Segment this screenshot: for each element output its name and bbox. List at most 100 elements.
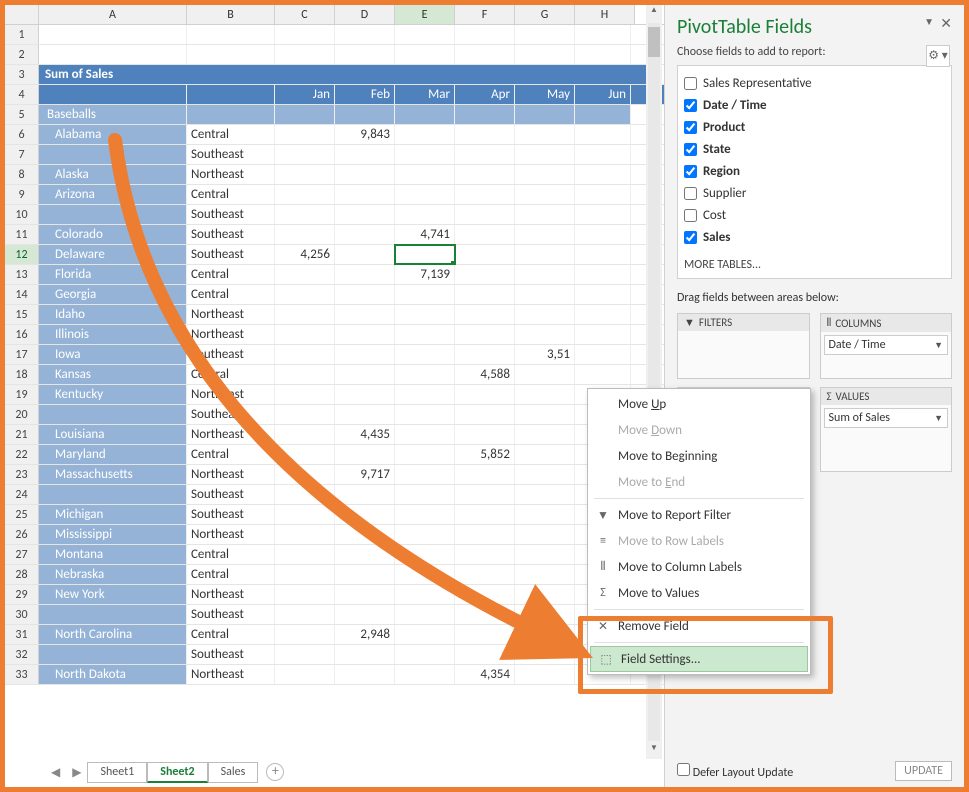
state-cell[interactable]: Maryland: [39, 445, 187, 464]
field-checkbox-row[interactable]: Supplier: [684, 182, 945, 204]
data-cell[interactable]: [335, 485, 395, 504]
field-checkbox[interactable]: [684, 187, 697, 200]
data-cell[interactable]: 4,588: [455, 365, 515, 384]
data-cell[interactable]: [335, 245, 395, 264]
row-header[interactable]: 6: [5, 125, 39, 144]
col-header-F[interactable]: F: [455, 5, 515, 24]
table-row[interactable]: 5Baseballs: [5, 105, 665, 125]
field-checkbox-row[interactable]: State: [684, 138, 945, 160]
data-cell[interactable]: [455, 425, 515, 444]
field-checkbox-row[interactable]: Region: [684, 160, 945, 182]
table-row[interactable]: 14GeorgiaCentral: [5, 285, 665, 305]
data-cell[interactable]: [335, 145, 395, 164]
data-cell[interactable]: [455, 285, 515, 304]
state-cell[interactable]: Kentucky: [39, 385, 187, 404]
data-cell[interactable]: [395, 345, 455, 364]
data-cell[interactable]: [455, 525, 515, 544]
menu-item[interactable]: Move Up: [588, 391, 810, 417]
data-cell[interactable]: [395, 665, 455, 684]
table-row[interactable]: 7Southeast: [5, 145, 665, 165]
table-row[interactable]: 1: [5, 25, 665, 45]
data-cell[interactable]: 7,139: [395, 265, 455, 284]
data-cell[interactable]: [515, 385, 575, 404]
month-header[interactable]: Jan: [275, 85, 335, 104]
row-header[interactable]: 11: [5, 225, 39, 244]
data-cell[interactable]: [335, 225, 395, 244]
state-cell[interactable]: [39, 485, 187, 504]
state-cell[interactable]: Colorado: [39, 225, 187, 244]
data-cell[interactable]: [395, 305, 455, 324]
region-cell[interactable]: Central: [187, 625, 275, 644]
col-header-C[interactable]: C: [275, 5, 335, 24]
state-cell[interactable]: Alabama: [39, 125, 187, 144]
row-header[interactable]: 33: [5, 665, 39, 684]
row-header[interactable]: 16: [5, 325, 39, 344]
region-cell[interactable]: Northeast: [187, 165, 275, 184]
data-cell[interactable]: [455, 405, 515, 424]
table-row[interactable]: 6AlabamaCentral9,843: [5, 125, 665, 145]
state-cell[interactable]: Iowa: [39, 345, 187, 364]
data-cell[interactable]: [395, 525, 455, 544]
row-header[interactable]: 18: [5, 365, 39, 384]
data-cell[interactable]: [275, 145, 335, 164]
data-cell[interactable]: [395, 605, 455, 624]
region-cell[interactable]: Central: [187, 285, 275, 304]
row-header[interactable]: 23: [5, 465, 39, 484]
data-cell[interactable]: [515, 405, 575, 424]
context-menu[interactable]: Move UpMove DownMove to BeginningMove to…: [587, 388, 811, 675]
state-cell[interactable]: [39, 405, 187, 424]
data-cell[interactable]: [575, 205, 631, 224]
data-cell[interactable]: [455, 145, 515, 164]
data-cell[interactable]: 4,354: [455, 665, 515, 684]
table-row[interactable]: 12DelawareSoutheast4,256: [5, 245, 665, 265]
data-cell[interactable]: [275, 325, 335, 344]
data-cell[interactable]: 5,852: [455, 445, 515, 464]
field-checkbox[interactable]: [684, 77, 697, 90]
state-cell[interactable]: [39, 605, 187, 624]
table-row[interactable]: 15IdahoNortheast: [5, 305, 665, 325]
data-cell[interactable]: [515, 525, 575, 544]
state-cell[interactable]: North Carolina: [39, 625, 187, 644]
sheet-tab[interactable]: Sheet2: [147, 762, 207, 783]
data-cell[interactable]: [395, 165, 455, 184]
data-cell[interactable]: [395, 465, 455, 484]
state-cell[interactable]: Michigan: [39, 505, 187, 524]
table-row[interactable]: 3Sum of Sales: [5, 65, 665, 85]
data-cell[interactable]: [335, 565, 395, 584]
select-all-corner[interactable]: [5, 5, 39, 24]
data-cell[interactable]: [515, 245, 575, 264]
row-header[interactable]: 22: [5, 445, 39, 464]
table-row[interactable]: 10Southeast: [5, 205, 665, 225]
data-cell[interactable]: [395, 585, 455, 604]
data-cell[interactable]: [335, 345, 395, 364]
data-cell[interactable]: [395, 625, 455, 644]
table-row[interactable]: 32Southeast: [5, 645, 665, 665]
menu-item[interactable]: ▼Move to Report Filter: [588, 502, 810, 528]
data-cell[interactable]: 9,843: [335, 125, 395, 144]
data-cell[interactable]: [335, 325, 395, 344]
data-cell[interactable]: [515, 365, 575, 384]
region-cell[interactable]: Northeast: [187, 525, 275, 544]
data-cell[interactable]: [275, 485, 335, 504]
data-cell[interactable]: [275, 185, 335, 204]
tab-nav-prev[interactable]: ◀: [45, 765, 66, 780]
row-header[interactable]: 15: [5, 305, 39, 324]
data-cell[interactable]: [275, 465, 335, 484]
data-cell[interactable]: [575, 245, 631, 264]
region-cell[interactable]: Southeast: [187, 205, 275, 224]
row-header[interactable]: 30: [5, 605, 39, 624]
table-row[interactable]: 16IllinoisNortheast: [5, 325, 665, 345]
table-row[interactable]: 21LouisianaNortheast4,435: [5, 425, 665, 445]
data-cell[interactable]: [395, 645, 455, 664]
data-cell[interactable]: [275, 645, 335, 664]
data-cell[interactable]: [275, 365, 335, 384]
row-header[interactable]: 26: [5, 525, 39, 544]
data-cell[interactable]: [515, 425, 575, 444]
data-cell[interactable]: [395, 205, 455, 224]
region-cell[interactable]: Southeast: [187, 505, 275, 524]
row-header[interactable]: 29: [5, 585, 39, 604]
data-cell[interactable]: [455, 465, 515, 484]
region-cell[interactable]: Northeast: [187, 585, 275, 604]
data-cell[interactable]: [575, 225, 631, 244]
data-cell[interactable]: [575, 125, 631, 144]
